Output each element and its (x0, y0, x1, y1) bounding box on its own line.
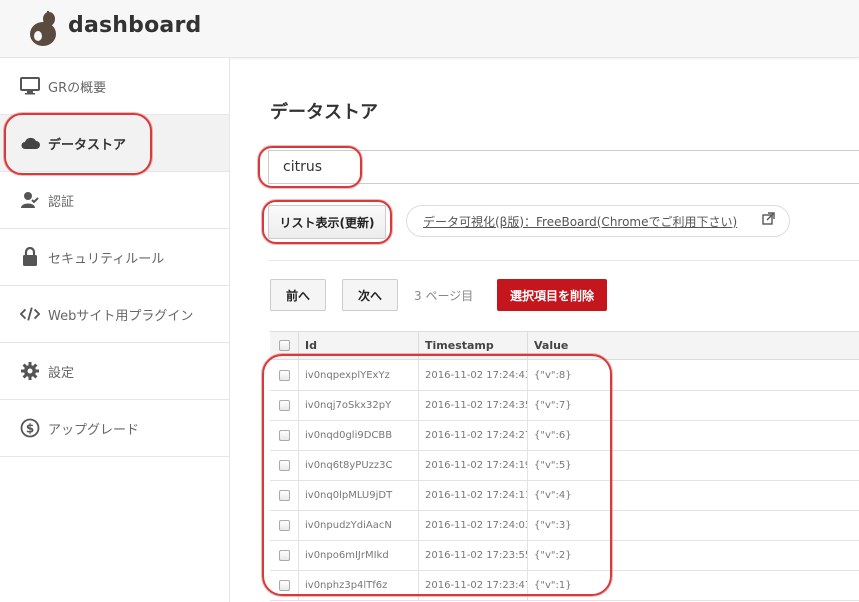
table-row[interactable]: iv0nphz3p4lTf6z 2016-11-02 17:23:47 {"v":1… (270, 571, 859, 601)
table-row[interactable]: iv0npudzYdiAacN 2016-11-02 17:24:03 {"v":3… (270, 511, 859, 541)
row-checkbox[interactable] (270, 571, 298, 600)
svg-text:$: $ (26, 422, 34, 436)
row-checkbox[interactable] (270, 511, 298, 540)
cell-id: iv0npo6mIJrMIkd (298, 541, 418, 571)
sidebar-item-label: Webサイト用プラグイン (48, 308, 194, 324)
refresh-list-button[interactable]: リスト表示(更新) (268, 205, 386, 239)
cell-timestamp: 2016-11-02 17:23:47 (418, 571, 527, 601)
sidebar-item-security[interactable]: セキュリティルール (0, 229, 229, 286)
sidebar-item-label: 認証 (48, 194, 75, 210)
logo-icon[interactable] (28, 9, 62, 47)
cell-value: {"v":3} (527, 511, 859, 541)
freeboard-link-label: データ可視化(β版)：FreeBoard(Chromeでご利用下さい) (423, 214, 738, 229)
table-row[interactable]: iv0npo6mIJrMIkd 2016-11-02 17:23:55 {"v":2… (270, 541, 859, 571)
divider (268, 260, 859, 261)
table-row[interactable]: iv0nqpexplYExYz 2016-11-02 17:24:43 {"v":8… (270, 361, 859, 391)
sidebar-item-label: アップグレード (48, 422, 140, 438)
row-checkbox[interactable] (270, 361, 298, 390)
cell-id: iv0npudzYdiAacN (298, 511, 418, 541)
next-page-button[interactable]: 次へ (342, 279, 398, 311)
column-header-value[interactable]: Value (527, 332, 859, 361)
sidebar-item-settings[interactable]: 設定 (0, 343, 229, 400)
table-row[interactable]: iv0nqd0gli9DCBB 2016-11-02 17:24:27 {"v":6… (270, 421, 859, 451)
sidebar-item-label: GRの概要 (48, 80, 107, 96)
table-row[interactable]: iv0nq6t8yPUzz3C 2016-11-02 17:24:19 {"v":5… (270, 451, 859, 481)
select-all-checkbox[interactable] (270, 332, 298, 359)
cell-timestamp: 2016-11-02 17:24:19 (418, 451, 527, 481)
dollar-icon: $ (20, 418, 40, 438)
cell-timestamp: 2016-11-02 17:24:27 (418, 421, 527, 451)
app-header: dashboard (0, 0, 859, 58)
cell-value: {"v":6} (527, 421, 859, 451)
cell-timestamp: 2016-11-02 17:24:43 (418, 361, 527, 391)
row-checkbox[interactable] (270, 541, 298, 570)
sidebar-item-label: 設定 (48, 365, 75, 381)
sidebar: GRの概要 データストア 認証 セキュリティルール Webサイト用プラグイン 設… (0, 58, 230, 602)
sidebar-item-label: セキュリティルール (48, 251, 165, 267)
cell-timestamp: 2016-11-02 17:24:03 (418, 511, 527, 541)
row-checkbox[interactable] (270, 421, 298, 450)
lock-icon (20, 247, 40, 267)
table-header: Id Timestamp Value (270, 331, 859, 361)
cell-value: {"v":7} (527, 391, 859, 421)
cell-timestamp: 2016-11-02 17:24:35 (418, 391, 527, 421)
cell-id: iv0nphz3p4lTf6z (298, 571, 418, 601)
cell-value: {"v":1} (527, 571, 859, 601)
row-checkbox[interactable] (270, 391, 298, 420)
sidebar-item-auth[interactable]: 認証 (0, 172, 229, 229)
sidebar-item-datastore[interactable]: データストア (0, 115, 229, 172)
cell-id: iv0nqj7oSkx32pY (298, 391, 418, 421)
freeboard-link[interactable]: データ可視化(β版)：FreeBoard(Chromeでご利用下さい) (406, 205, 790, 237)
cell-value: {"v":4} (527, 481, 859, 511)
code-icon (20, 304, 40, 324)
cell-value: {"v":8} (527, 361, 859, 391)
prev-page-button[interactable]: 前へ (270, 279, 326, 311)
table-row[interactable]: iv0nq0lpMLU9jDT 2016-11-02 17:24:11 {"v":4… (270, 481, 859, 511)
delete-selected-button[interactable]: 選択項目を削除 (497, 279, 607, 311)
sidebar-item-label: データストア (48, 137, 127, 153)
cell-id: iv0nq6t8yPUzz3C (298, 451, 418, 481)
cell-value: {"v":2} (527, 541, 859, 571)
row-checkbox[interactable] (270, 451, 298, 480)
sidebar-item-overview[interactable]: GRの概要 (0, 58, 229, 115)
cloud-icon (20, 133, 40, 153)
gear-icon (20, 361, 40, 381)
column-header-id[interactable]: Id (298, 332, 418, 361)
search-input[interactable] (268, 150, 859, 184)
column-header-timestamp[interactable]: Timestamp (418, 332, 527, 361)
sidebar-item-upgrade[interactable]: $ アップグレード (0, 400, 229, 457)
brand-name[interactable]: dashboard (68, 13, 201, 38)
cell-timestamp: 2016-11-02 17:24:11 (418, 481, 527, 511)
page-indicator: 3 ページ目 (414, 289, 474, 303)
monitor-icon (20, 76, 40, 96)
cell-id: iv0nqpexplYExYz (298, 361, 418, 391)
row-checkbox[interactable] (270, 481, 298, 510)
user-check-icon (20, 190, 40, 210)
table-row[interactable]: iv0nqj7oSkx32pY 2016-11-02 17:24:35 {"v":7… (270, 391, 859, 421)
sidebar-item-plugins[interactable]: Webサイト用プラグイン (0, 286, 229, 343)
page-title: データストア (270, 102, 378, 123)
cell-id: iv0nqd0gli9DCBB (298, 421, 418, 451)
external-link-icon (762, 212, 775, 225)
cell-timestamp: 2016-11-02 17:23:55 (418, 541, 527, 571)
cell-value: {"v":5} (527, 451, 859, 481)
cell-id: iv0nq0lpMLU9jDT (298, 481, 418, 511)
